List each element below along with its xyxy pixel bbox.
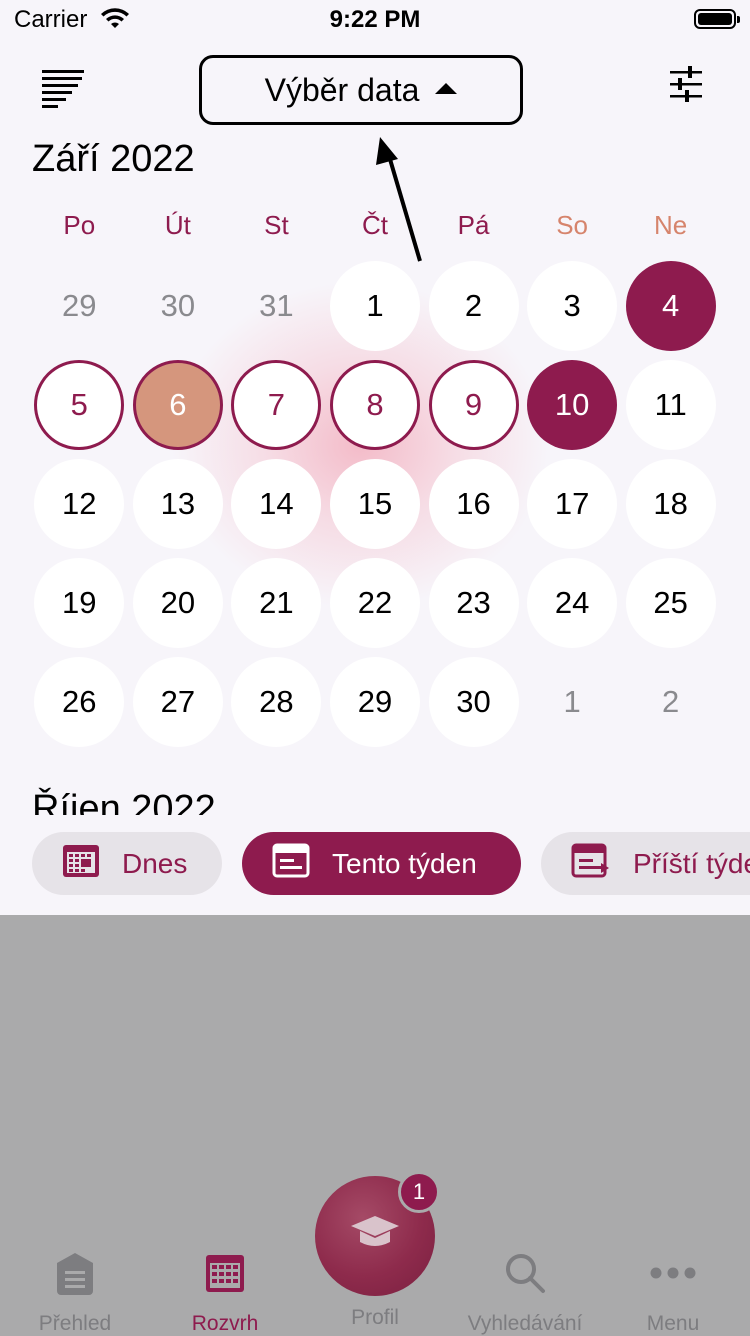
tab-profile-label: Profil [351,1306,399,1329]
date-picker-sheet: Carrier 9:22 PM Výběr data Září 2022 Po … [0,0,750,915]
tab-menu[interactable]: Menu [598,1248,748,1336]
calendar-day[interactable]: 2 [626,657,716,747]
calendar-day[interactable]: 22 [329,557,420,648]
today-chip-label: Dnes [122,847,188,879]
today-chip[interactable]: Dnes [32,832,222,895]
calendar-icon [150,1248,300,1298]
tab-schedule-label: Rozvrh [191,1312,259,1335]
calendar-day[interactable]: 30 [133,261,223,351]
calendar-day[interactable]: 1 [329,260,420,351]
status-bar: Carrier 9:22 PM [0,0,750,40]
this-week-chip[interactable]: Tento týden [242,832,521,895]
date-picker-label: Výběr data [264,71,420,108]
weekday-label: Čt [361,210,388,240]
calendar-day[interactable]: 9 [428,359,519,450]
more-dots-icon [598,1248,748,1298]
calendar-grid: 29 30 31 1 2 3 4 5 6 7 8 9 10 11 12 13 14 15 16 17 18 19 20 21 2… [30,256,720,751]
calendar-day[interactable]: 10 [527,359,618,450]
calendar-week-row: 29 30 31 1 2 3 4 [30,256,720,355]
calendar-day[interactable]: 31 [231,261,321,351]
weekday-label: St [264,210,289,240]
caret-up-icon [435,82,458,94]
calendar-day[interactable]: 2 [428,260,519,351]
calendar-day[interactable]: 29 [329,656,420,747]
calendar-day[interactable]: 25 [625,557,716,648]
notification-badge: 1 [398,1171,440,1213]
calendar-week-row: 5 6 7 8 9 10 11 [30,355,720,454]
calendar-day[interactable]: 1 [527,657,617,747]
next-week-calendar-icon [571,842,611,885]
tab-overview-label: Přehled [38,1312,112,1335]
this-week-chip-label: Tento týden [332,847,477,879]
calendar-day[interactable]: 16 [428,458,519,549]
weekday-label: Út [164,210,191,240]
calendar-week-row: 19 20 21 22 23 24 25 [30,553,720,652]
tab-menu-label: Menu [646,1312,700,1335]
weekday-label: Pá [457,210,490,240]
calendar-day[interactable]: 29 [34,261,124,351]
calendar-day[interactable]: 24 [527,557,618,648]
calendar-grid-icon [62,842,100,885]
calendar-day[interactable]: 30 [428,656,519,747]
calendar-day[interactable]: 26 [34,656,125,747]
calendar-day[interactable]: 18 [625,458,716,549]
calendar-day[interactable]: 27 [132,656,223,747]
search-icon [450,1248,600,1298]
calendar-day[interactable]: 6 [132,359,223,450]
calendar-day[interactable]: 20 [132,557,223,648]
tab-search[interactable]: Vyhledávání [450,1248,600,1336]
calendar-day[interactable]: 19 [34,557,125,648]
week-calendar-icon [272,842,310,885]
battery-icon [694,9,740,29]
quick-range-bar: Dnes Tento týden Příští týd [0,815,750,915]
annotation-arrow [370,135,430,270]
filter-sliders-icon[interactable] [668,66,704,107]
tab-overview[interactable]: Přehled [0,1248,150,1336]
calendar-day[interactable]: 11 [625,359,716,450]
sort-menu-icon[interactable] [42,70,86,115]
stack-icon [0,1248,150,1298]
calendar-day[interactable]: 5 [34,359,125,450]
tab-search-label: Vyhledávání [467,1312,583,1335]
calendar-day[interactable]: 14 [231,458,322,549]
calendar-day[interactable]: 15 [329,458,420,549]
weekday-header: Po Út St Čt Pá So Ne [30,210,720,241]
next-week-chip[interactable]: Příští týden [541,832,750,895]
calendar-day[interactable]: 17 [527,458,618,549]
calendar-day[interactable]: 12 [34,458,125,549]
calendar-day[interactable]: 3 [527,260,618,351]
calendar-day[interactable]: 8 [329,359,420,450]
calendar-day[interactable]: 23 [428,557,519,648]
calendar-week-row: 26 27 28 29 30 1 2 [30,652,720,751]
calendar-day[interactable]: 28 [231,656,322,747]
weekday-label: Ne [654,210,688,240]
calendar-day[interactable]: 4 [625,260,716,351]
weekday-label: So [556,210,588,240]
date-picker-button[interactable]: Výběr data [199,55,523,125]
calendar-day[interactable]: 13 [132,458,223,549]
calendar-week-row: 12 13 14 15 16 17 18 [30,454,720,553]
month-title: Září 2022 [32,138,195,180]
next-week-chip-label: Příští týden [633,847,750,879]
tab-schedule[interactable]: Rozvrh [150,1248,300,1336]
weekday-label: Po [63,210,96,240]
calendar-day[interactable]: 21 [231,557,322,648]
calendar-day[interactable]: 7 [231,359,322,450]
clock: 9:22 PM [329,6,421,33]
graduation-cap-icon [350,1214,400,1259]
